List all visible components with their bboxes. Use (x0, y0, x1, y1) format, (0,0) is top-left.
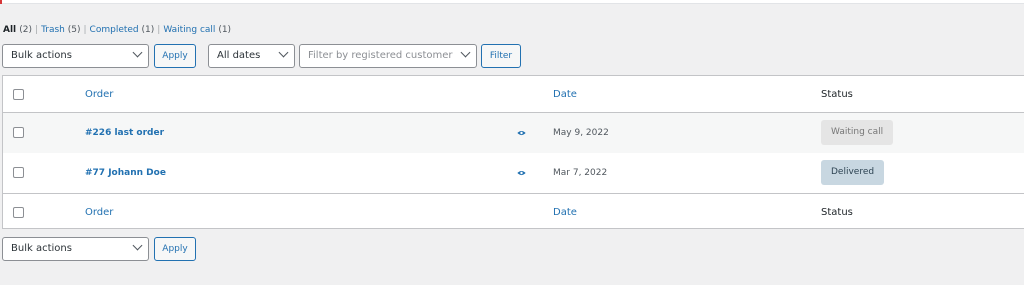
table-row: #77 Johann Doe Mar 7, 2022 Delivered (3, 153, 1024, 193)
bulk-actions-select-bottom[interactable]: Bulk actions (2, 237, 149, 261)
separator: | (83, 25, 87, 35)
chevron-down-icon (460, 47, 471, 58)
table-header-row: Order Date Status (3, 76, 1024, 113)
row-checkbox[interactable] (13, 167, 24, 178)
separator: | (157, 25, 161, 35)
column-header-order[interactable]: Order (85, 89, 113, 100)
chevron-down-icon (278, 47, 289, 58)
order-date: Mar 7, 2022 (553, 168, 608, 178)
table-footer-row: Order Date Status (3, 193, 1024, 229)
chevron-down-icon (132, 47, 143, 58)
status-filter-links: All (2) | Trash (5) | Completed (1) | Waiting … (3, 25, 231, 35)
column-footer-status: Status (821, 207, 853, 218)
column-header-date[interactable]: Date (553, 89, 577, 100)
filter-all-link[interactable]: All (2) (3, 25, 32, 35)
notice-marker (0, 0, 2, 4)
status-badge: Waiting call (821, 120, 894, 145)
filter-waiting-call-link[interactable]: Waiting call (1) (163, 25, 231, 35)
orders-table: Order Date Status #226 last order May 9,… (2, 75, 1024, 229)
column-footer-order[interactable]: Order (85, 207, 113, 218)
filter-trash-link[interactable]: Trash (5) (41, 25, 80, 35)
apply-button-top[interactable]: Apply (154, 44, 196, 68)
eye-icon[interactable] (517, 130, 526, 136)
apply-button-bottom[interactable]: Apply (154, 237, 196, 261)
order-link[interactable]: #226 last order (85, 128, 164, 138)
row-checkbox[interactable] (13, 127, 24, 138)
column-footer-date[interactable]: Date (553, 207, 577, 218)
separator: | (35, 25, 39, 35)
top-admin-bar (0, 0, 1024, 4)
column-header-status: Status (821, 89, 853, 100)
date-filter-select[interactable]: All dates (208, 44, 295, 68)
bulk-actions-select-top[interactable]: Bulk actions (2, 44, 149, 68)
eye-icon[interactable] (517, 170, 526, 176)
status-badge: Delivered (821, 160, 885, 185)
select-all-checkbox[interactable] (13, 89, 24, 100)
order-date: May 9, 2022 (553, 128, 609, 138)
table-row: #226 last order May 9, 2022 Waiting call (3, 113, 1024, 153)
customer-filter-select[interactable]: Filter by registered customer (299, 44, 477, 68)
filter-button[interactable]: Filter (481, 44, 521, 68)
chevron-down-icon (132, 240, 143, 251)
select-all-checkbox-footer[interactable] (13, 207, 24, 218)
filter-completed-link[interactable]: Completed (1) (90, 25, 155, 35)
order-link[interactable]: #77 Johann Doe (85, 168, 166, 178)
